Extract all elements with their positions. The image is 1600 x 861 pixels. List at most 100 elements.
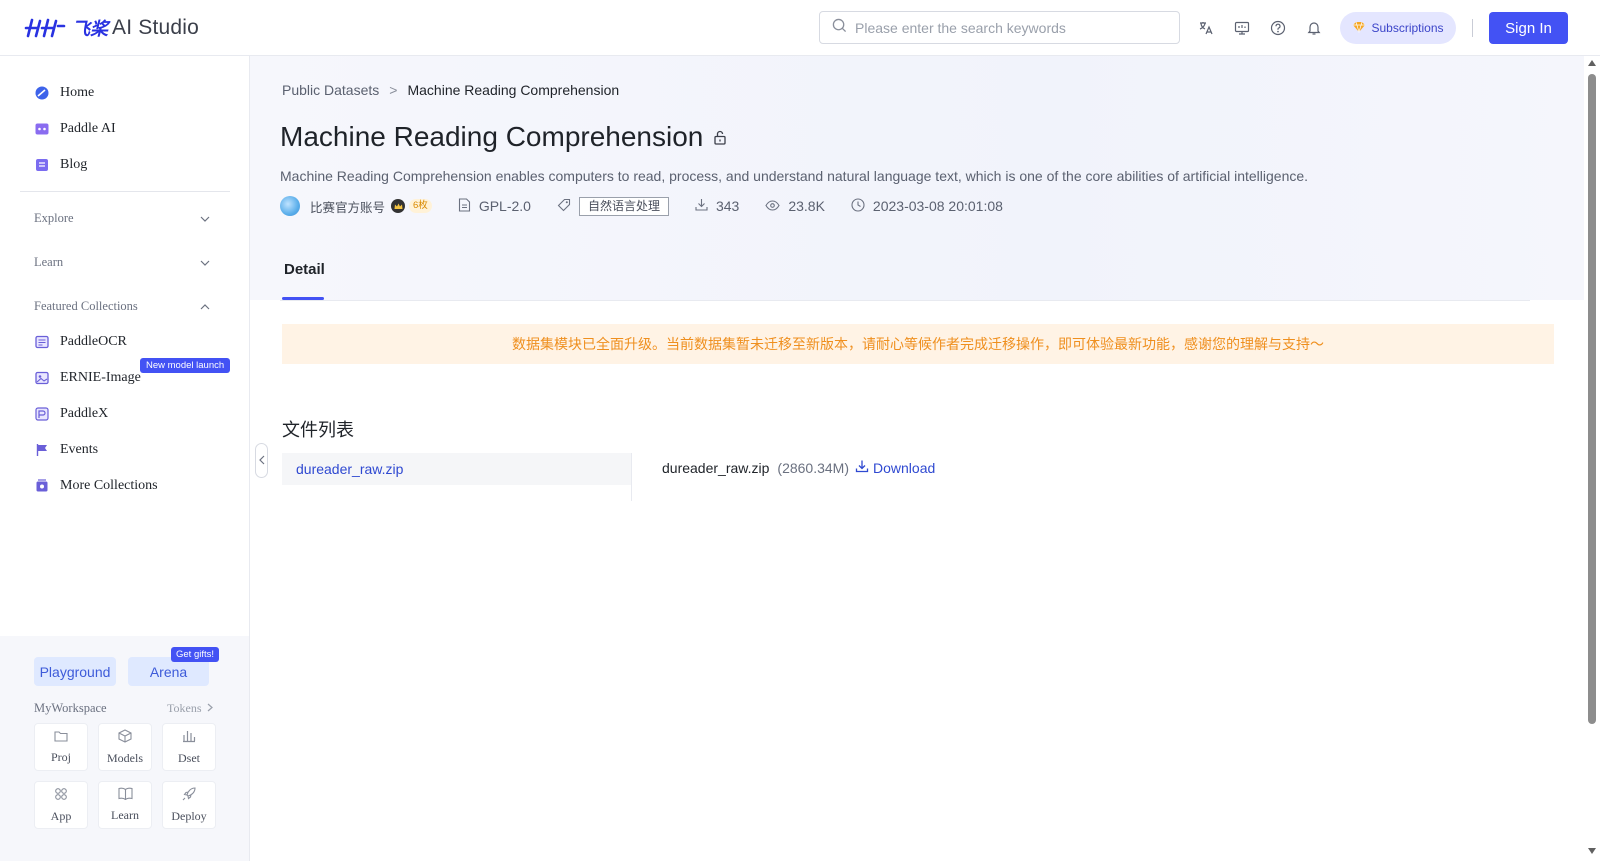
header-divider: [1472, 19, 1473, 37]
collections-icon: [35, 479, 49, 493]
avatar[interactable]: [280, 196, 300, 216]
crown-icon: [391, 199, 406, 213]
file-list-title: 文件列表: [282, 420, 354, 440]
file-size: (2860.34M): [777, 459, 849, 476]
tile-label: Proj: [50, 749, 71, 764]
breadcrumb: Public Datasets > Machine Reading Compre…: [282, 82, 619, 98]
logo-cn-text: 飞桨: [72, 19, 108, 39]
workspace-tile-proj[interactable]: Proj: [34, 723, 88, 771]
tab-bar: Detail: [280, 246, 1530, 301]
paddle-logo-icon: [24, 16, 66, 40]
tab-active-indicator: [282, 297, 324, 300]
section-learn[interactable]: Learn: [20, 248, 210, 276]
flag-icon: [35, 443, 49, 457]
sidebar-divider: [20, 191, 230, 192]
download-icon: [695, 198, 716, 214]
tag-info: 自然语言处理: [557, 196, 669, 216]
new-model-badge: New model launch: [140, 358, 231, 373]
file-list: dureader_raw.zip: [282, 453, 632, 501]
tokens-link[interactable]: Tokens: [167, 701, 213, 716]
section-featured-collections[interactable]: Featured Collections: [20, 292, 210, 320]
migration-notice: 数据集模块已全面升级。当前数据集暂未迁移至新版本，请耐心等候作者完成迁移操作，即…: [282, 324, 1554, 364]
breadcrumb-current: Machine Reading Comprehension: [407, 82, 620, 98]
tab-detail[interactable]: Detail: [284, 261, 325, 278]
section-label: Learn: [34, 254, 64, 269]
rocket-icon: [182, 786, 196, 809]
search-box[interactable]: [819, 11, 1180, 44]
license-text: GPL-2.0: [478, 198, 531, 214]
view-count: 23.8K: [765, 198, 825, 214]
monitor-icon[interactable]: [1232, 18, 1252, 38]
breadcrumb-separator: >: [389, 82, 398, 98]
dataset-hero: Public Datasets > Machine Reading Compre…: [250, 56, 1584, 301]
download-count-text: 343: [715, 198, 740, 214]
workspace-tile-dset[interactable]: Dset: [162, 723, 216, 771]
search-icon: [832, 18, 847, 38]
scroll-down-arrow[interactable]: [1588, 848, 1596, 854]
search-input[interactable]: [855, 19, 1155, 36]
sidebar-item-paddlex[interactable]: PaddleX: [20, 398, 230, 430]
cube-icon: [118, 728, 132, 751]
translate-icon[interactable]: [1196, 18, 1216, 38]
folder-icon: [54, 730, 68, 750]
section-explore[interactable]: Explore: [20, 204, 210, 232]
page-title: Machine Reading Comprehension: [280, 121, 727, 153]
tag-icon: [557, 198, 579, 215]
tokens-label: Tokens: [167, 701, 202, 715]
top-header: 飞桨 AI Studio Subscriptions Sign In: [0, 0, 1600, 56]
unlock-icon: [713, 130, 727, 145]
sidebar-item-blog[interactable]: Blog: [20, 149, 230, 181]
subscriptions-button[interactable]: Subscriptions: [1340, 12, 1456, 44]
sidebar-item-label: PaddleX: [60, 406, 109, 421]
sidebar-item-label: PaddleOCR: [60, 334, 127, 349]
sign-in-button[interactable]: Sign In: [1489, 12, 1568, 44]
sidebar-item-label: Paddle AI: [60, 121, 116, 136]
apps-icon: [54, 787, 68, 809]
tile-label: Deploy: [171, 808, 207, 823]
sidebar-item-home[interactable]: Home: [20, 77, 230, 109]
download-count: 343: [695, 198, 739, 214]
breadcrumb-public-datasets[interactable]: Public Datasets: [282, 82, 379, 98]
gem-icon: [1352, 21, 1366, 36]
workspace-tile-learn[interactable]: Learn: [98, 781, 152, 829]
logo[interactable]: 飞桨 AI Studio: [24, 14, 199, 42]
workspace-tile-deploy[interactable]: Deploy: [162, 781, 216, 829]
workspace-tile-app[interactable]: App: [34, 781, 88, 829]
scrollbar-thumb[interactable]: [1588, 74, 1596, 724]
scroll-up-arrow[interactable]: [1588, 60, 1596, 66]
file-list-item[interactable]: dureader_raw.zip: [282, 453, 631, 485]
author-name[interactable]: 比赛官方账号: [310, 197, 385, 216]
license-info: GPL-2.0: [458, 197, 531, 215]
tag-chip[interactable]: 自然语言处理: [578, 196, 669, 216]
bell-icon[interactable]: [1304, 18, 1324, 38]
home-icon: [35, 86, 49, 100]
dataset-meta: 比赛官方账号 6枚 GPL-2.0 自然语言处理 343 23.8K 2023-…: [280, 195, 1029, 217]
chevron-right-icon: [207, 701, 213, 716]
blog-icon: [35, 158, 49, 172]
sidebar-item-events[interactable]: Events: [20, 434, 230, 466]
file-detail: dureader_raw.zip (2860.34M) Download: [662, 459, 935, 476]
workspace-panel: Playground Arena Get gifts! MyWorkspace …: [0, 636, 249, 861]
page-scrollbar[interactable]: [1584, 56, 1600, 861]
download-label: Download: [873, 459, 936, 476]
ocr-icon: [35, 335, 49, 349]
playground-button[interactable]: Playground: [34, 657, 116, 686]
workspace-tile-models[interactable]: Models: [98, 723, 152, 771]
sidebar-item-paddle-ai[interactable]: Paddle AI: [20, 113, 230, 145]
file-name: dureader_raw.zip: [662, 459, 770, 476]
download-icon: [855, 459, 873, 476]
tile-label: App: [50, 808, 72, 823]
license-icon: [458, 197, 479, 215]
sidebar-item-label: ERNIE-Image: [60, 370, 141, 385]
help-icon[interactable]: [1268, 18, 1288, 38]
image-icon: [35, 371, 49, 385]
updated-time: 2023-03-08 20:01:08: [851, 197, 1003, 215]
sidebar-item-paddleocr[interactable]: PaddleOCR: [20, 326, 230, 358]
download-button[interactable]: Download: [855, 459, 935, 476]
sidebar-item-label: Events: [60, 442, 99, 457]
workspace-title: MyWorkspace: [34, 701, 107, 715]
sidebar-item-more-collections[interactable]: More Collections: [20, 470, 230, 502]
book-icon: [117, 787, 133, 808]
gift-badge: Get gifts!: [171, 647, 220, 662]
paddlex-icon: [35, 407, 49, 421]
